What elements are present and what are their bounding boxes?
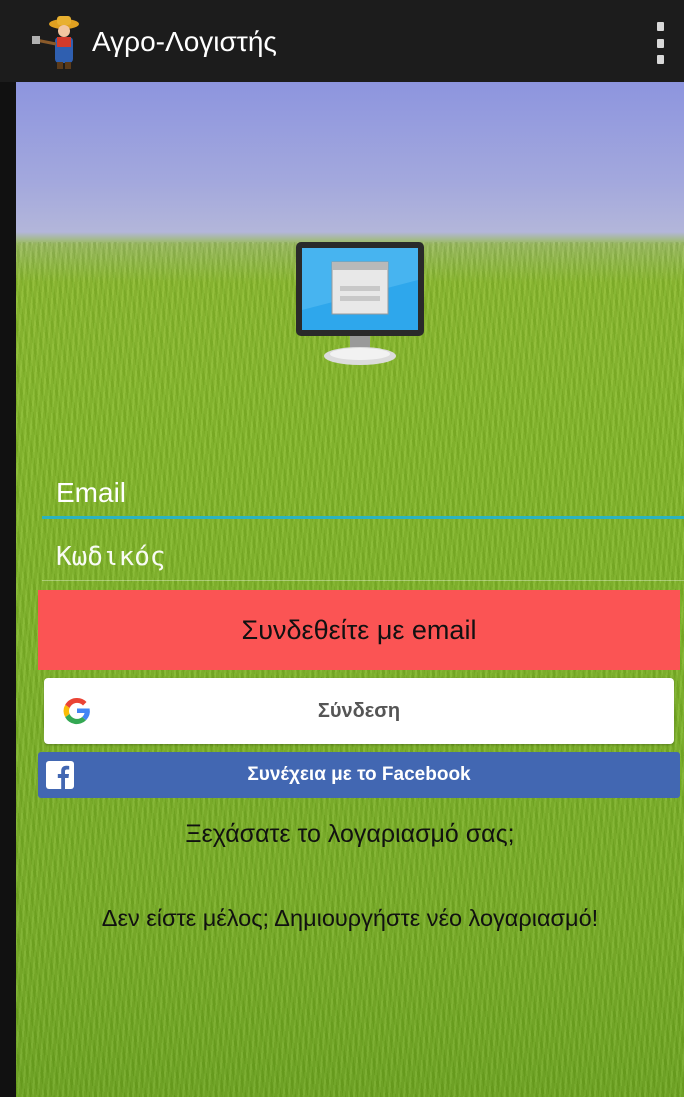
- email-login-button[interactable]: Συνδεθείτε με email: [38, 590, 680, 670]
- facebook-login-label: Συνέχεια με το Facebook: [247, 764, 471, 785]
- login-screen: Συνδεθείτε με email Σύνδεση Συνέχεια με …: [16, 82, 684, 1097]
- app-title: Αγρο-Λογιστής: [92, 26, 277, 57]
- email-field[interactable]: [42, 470, 684, 519]
- farmer-logo-icon: [32, 16, 79, 69]
- google-signin-label: Σύνδεση: [317, 699, 401, 722]
- facebook-login-button[interactable]: Συνέχεια με το Facebook: [38, 752, 680, 798]
- password-field[interactable]: [42, 534, 684, 581]
- google-signin-button[interactable]: Σύνδεση: [44, 678, 674, 744]
- menu-dot: [656, 55, 664, 64]
- menu-dot: [656, 22, 664, 31]
- overflow-menu-icon[interactable]: [648, 22, 672, 64]
- app-bar: Αγρο-Λογιστής: [0, 0, 684, 82]
- register-link[interactable]: Δεν είστε μέλος; Δημιουργήστε νέο λογαρι…: [16, 905, 684, 932]
- menu-dot: [656, 38, 664, 48]
- email-login-label: Συνδεθείτε με email: [241, 614, 477, 645]
- forgot-account-link[interactable]: Ξεχάσατε το λογαριασμό σας;: [16, 820, 684, 849]
- monitor-login-icon: [296, 242, 424, 365]
